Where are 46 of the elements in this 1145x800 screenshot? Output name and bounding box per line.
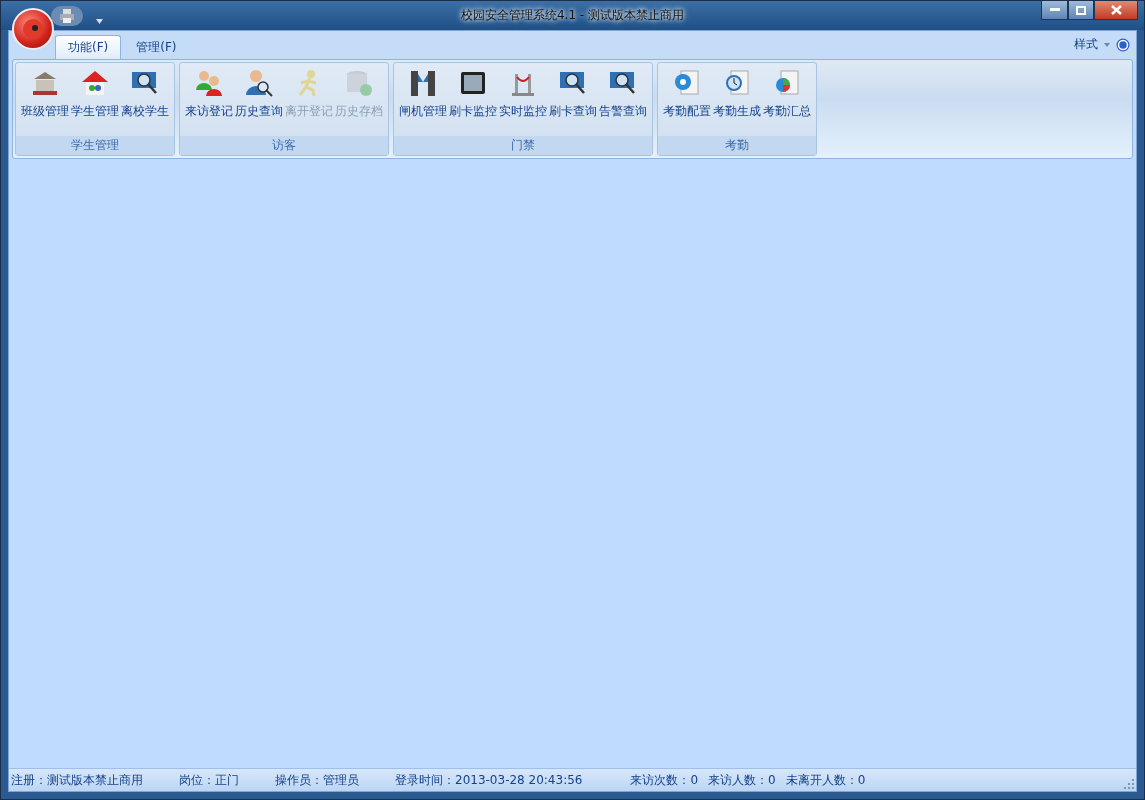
window-title: 校园安全管理系统4.1 - 测试版本禁止商用 — [460, 7, 684, 24]
person-search-icon — [244, 68, 274, 98]
ribbon-button[interactable]: 离校学生 — [120, 65, 170, 136]
close-button[interactable] — [1094, 1, 1138, 20]
ribbon-button[interactable]: 来访登记 — [184, 65, 234, 136]
ribbon-button[interactable]: 刷卡查询 — [548, 65, 598, 136]
database-icon — [344, 68, 374, 98]
caret-icon[interactable] — [96, 19, 103, 24]
status-text: 登录时间：2013-03-28 20:43:56 — [395, 771, 583, 789]
ribbon-button[interactable]: 考勤汇总 — [762, 65, 812, 136]
maximize-button[interactable] — [1068, 1, 1094, 20]
status-text: 操作员：管理员 — [275, 771, 359, 789]
ribbon-button[interactable]: 班级管理 — [20, 65, 70, 136]
app-menu-button[interactable] — [12, 8, 54, 50]
people-icon — [194, 68, 224, 98]
status-text: 岗位：正门 — [179, 771, 239, 789]
turnstile-icon — [408, 68, 438, 98]
group-title: 学生管理 — [16, 136, 174, 155]
ribbon-button[interactable]: 实时监控 — [498, 65, 548, 136]
group-title: 门禁 — [394, 136, 652, 155]
status-count: 来访次数：0 — [630, 771, 699, 789]
ribbon-button[interactable]: 告警查询 — [598, 65, 648, 136]
resize-grip-icon[interactable] — [1124, 779, 1134, 789]
style-menu[interactable]: 样式 — [1074, 36, 1130, 53]
status-text: 注册：测试版本禁止商用 — [11, 771, 143, 789]
caret-icon — [1104, 42, 1110, 47]
ribbon-tab[interactable]: 管理(F) — [123, 35, 190, 59]
group-title: 考勤 — [658, 136, 816, 155]
ribbon-button[interactable]: 闸机管理 — [398, 65, 448, 136]
printer-icon — [59, 9, 75, 23]
status-count: 来访人数：0 — [708, 771, 776, 789]
ribbon-button[interactable]: 历史查询 — [234, 65, 284, 136]
group-title: 访客 — [180, 136, 388, 155]
house-icon — [80, 68, 110, 98]
minimize-button[interactable] — [1041, 1, 1068, 20]
ribbon-button[interactable]: 刷卡监控 — [448, 65, 498, 136]
minimize-icon — [1049, 8, 1060, 12]
gear-document-icon — [672, 68, 702, 98]
status-count: 未离开人数：0 — [785, 771, 866, 789]
maximize-icon — [1076, 5, 1086, 15]
ribbon-button[interactable]: 学生管理 — [70, 65, 120, 136]
ribbon-button[interactable]: 考勤配置 — [662, 65, 712, 136]
ribbon-button[interactable]: 考勤生成 — [712, 65, 762, 136]
print-button[interactable] — [51, 6, 83, 26]
ribbon-tab[interactable]: 功能(F) — [55, 35, 122, 59]
close-icon — [1110, 5, 1122, 15]
